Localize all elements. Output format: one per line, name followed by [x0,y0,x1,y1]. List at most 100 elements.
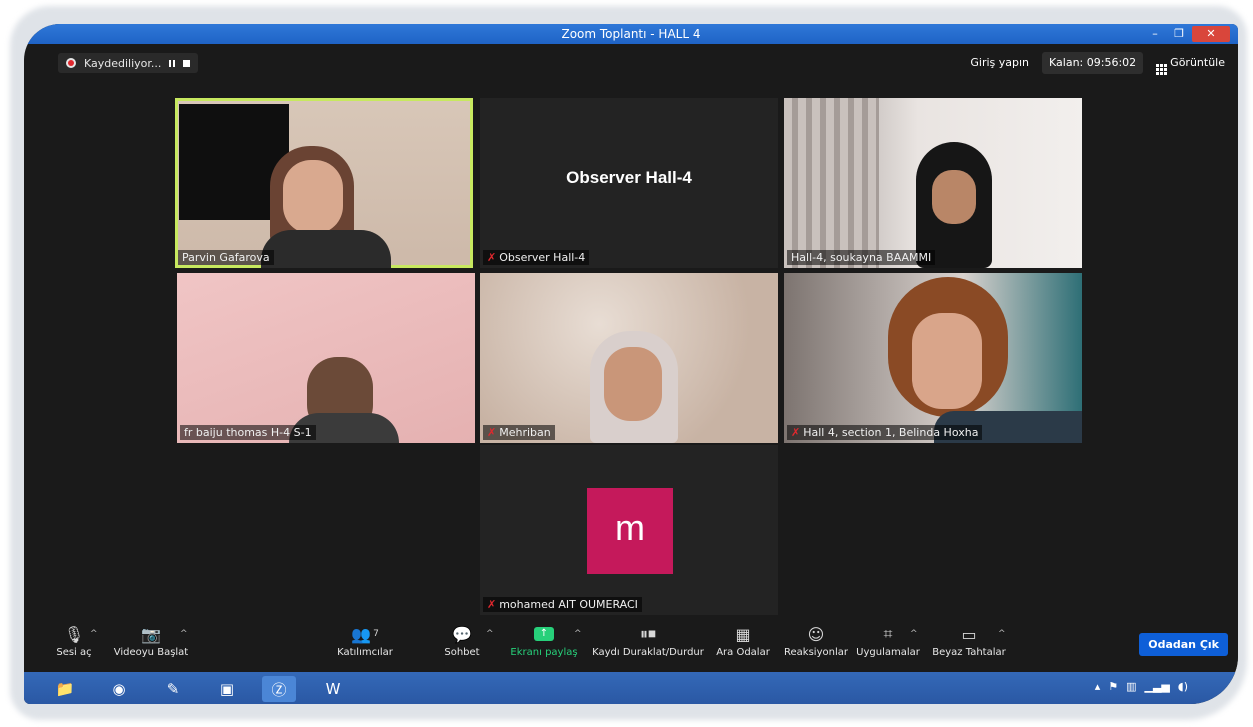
participant-name-tag: fr baiju thomas H-4 S-1 [180,425,316,440]
mic-off-icon: 🎙 [63,624,85,644]
participant-name: fr baiju thomas H-4 S-1 [184,426,312,439]
video-tile-3[interactable]: Hall-4, soukayna BAAMMI [784,98,1082,268]
participant-name: Parvin Gafarova [182,251,270,264]
start-video-button[interactable]: 📷 Videoyu Başlat [112,621,190,669]
whiteboards-button[interactable]: ▭ Beyaz Tahtalar [932,621,1006,669]
mic-muted-icon: ✗ [487,251,497,264]
video-tile-4[interactable]: fr baiju thomas H-4 S-1 [177,273,475,443]
share-screen-button[interactable]: ↑ Ekranı paylaş [510,621,578,669]
share-screen-icon: ↑ [534,621,554,647]
audio-options-caret[interactable]: ^ [90,629,98,639]
pause-stop-icon: ⏸⏹ [639,624,656,643]
participant-display-name: Observer Hall-4 [566,168,692,187]
stop-recording-icon[interactable] [183,59,191,67]
video-off-icon: 📷 [141,624,161,644]
chat-button[interactable]: 💬 Sohbet [442,621,482,669]
zoom-taskbar-icon[interactable]: Ⓩ [262,676,296,702]
participant-body [261,230,391,268]
mic-muted-icon: ✗ [791,426,801,439]
file-explorer-icon[interactable]: 📁 [48,676,82,702]
participants-label: Katılımcılar [337,647,393,658]
signal-icon[interactable]: ▁▃▅ [1145,680,1170,693]
breakout-rooms-label: Ara Odalar [716,647,770,658]
participant-name-tag: Parvin Gafarova [178,250,274,265]
window-controls: – ❐ ✕ [1144,24,1230,44]
zoom-window: Zoom Toplantı - HALL 4 – ❐ ✕ Kaydediliyo… [24,24,1238,704]
share-screen-label: Ekranı paylaş [510,647,578,658]
word-icon[interactable]: W [316,676,350,702]
minimize-button[interactable]: – [1144,26,1166,42]
record-pause-stop-button[interactable]: ⏸⏹ Kaydı Duraklat/Durdur [592,621,704,669]
participant-name-tag: ✗ Observer Hall-4 [483,250,590,265]
curtain [784,98,879,268]
whiteboard-icon: ▭ [961,624,977,644]
video-tile-1[interactable]: Parvin Gafarova [175,98,473,268]
participant-face [283,160,343,234]
tray-expand-icon[interactable]: ▴ [1095,680,1101,693]
flag-icon[interactable]: ⚑ [1108,680,1118,693]
time-remaining: Kalan: 09:56:02 [1042,52,1144,74]
video-tile-5[interactable]: ✗ Mehriban [480,273,778,443]
breakout-rooms-button[interactable]: ▦ Ara Odalar [716,621,770,669]
record-label: Kaydı Duraklat/Durdur [592,647,704,658]
apps-label: Uygulamalar [856,647,920,658]
meeting-toolbar: 🎙 Sesi aç ^ 📷 Videoyu Başlat ^ 👥 7 Katılı… [24,621,1238,669]
participant-name-tag: Hall-4, soukayna BAAMMI [787,250,936,265]
breakout-rooms-icon: ▦ [735,624,751,644]
apps-options-caret[interactable]: ^ [910,629,918,639]
participant-face [932,170,976,224]
leave-meeting-button[interactable]: Odadan Çık [1139,633,1228,656]
mic-muted-icon: ✗ [487,426,497,439]
system-tray: ▴ ⚑ ▥ ▁▃▅ ◖) [1095,680,1188,693]
apps-icon: ⌗ [883,624,893,643]
app-icon-2[interactable]: ▣ [210,676,244,702]
participant-face [604,347,662,421]
meeting-topbar: Kaydediliyor... Giriş yapın Kalan: 09:56… [24,48,1238,78]
network-icon[interactable]: ▥ [1126,680,1136,693]
restore-button[interactable]: ❐ [1168,26,1190,42]
app-icon[interactable]: ✎ [156,676,190,702]
video-tile-6[interactable]: ✗ Hall 4, section 1, Belinda Hoxha [784,273,1082,443]
reactions-button[interactable]: ☺ Reaksiyonlar [784,621,848,669]
recording-indicator: Kaydediliyor... [58,53,199,73]
window-titlebar: Zoom Toplantı - HALL 4 – ❐ ✕ [24,24,1238,44]
participants-count: 7 [373,629,379,639]
participant-avatar: m [587,488,673,574]
start-video-label: Videoyu Başlat [113,647,189,658]
participant-name: Observer Hall-4 [499,251,586,264]
participant-name-tag: ✗ mohamed AIT OUMERACI [483,597,642,612]
participant-name: Mehriban [499,426,551,439]
window-title: Zoom Toplantı - HALL 4 [561,27,701,41]
whiteboards-label: Beyaz Tahtalar [932,647,1006,658]
record-icon [66,58,76,68]
participant-name-tag: ✗ Hall 4, section 1, Belinda Hoxha [787,425,983,440]
topbar-right: Giriş yapın Kalan: 09:56:02 Görüntüle [963,52,1232,75]
participant-name-tag: ✗ Mehriban [483,425,555,440]
whiteboard-options-caret[interactable]: ^ [998,629,1006,639]
volume-icon[interactable]: ◖) [1178,680,1188,693]
participant-name: Hall-4, soukayna BAAMMI [791,251,932,264]
share-options-caret[interactable]: ^ [574,629,582,639]
grid-icon [1156,64,1168,75]
screenshot-frame: Zoom Toplantı - HALL 4 – ❐ ✕ Kaydediliyo… [0,0,1253,727]
participants-button[interactable]: 👥 7 Katılımcılar [332,621,398,669]
chat-label: Sohbet [444,647,480,658]
reactions-label: Reaksiyonlar [784,647,848,658]
mic-muted-icon: ✗ [487,598,497,611]
video-options-caret[interactable]: ^ [180,629,188,639]
windows-taskbar: 📁 ◉ ✎ ▣ Ⓩ W ▴ ⚑ ▥ ▁▃▅ ◖) [24,672,1238,704]
close-button[interactable]: ✕ [1192,26,1230,42]
participant-name: Hall 4, section 1, Belinda Hoxha [803,426,979,439]
pause-recording-icon[interactable] [169,59,176,67]
view-label: Görüntüle [1170,56,1225,69]
video-tile-2[interactable]: Observer Hall-4 ✗ Observer Hall-4 [480,98,778,268]
chat-options-caret[interactable]: ^ [486,629,494,639]
participant-face [912,313,982,409]
reactions-icon: ☺ [807,624,825,644]
video-tile-7[interactable]: m ✗ mohamed AIT OUMERACI [480,445,778,615]
recording-label: Kaydediliyor... [84,56,162,70]
chrome-icon[interactable]: ◉ [102,676,136,702]
unmute-label: Sesi aç [56,647,92,658]
sign-in-button[interactable]: Giriş yapın [963,52,1036,74]
view-button[interactable]: Görüntüle [1149,52,1232,75]
